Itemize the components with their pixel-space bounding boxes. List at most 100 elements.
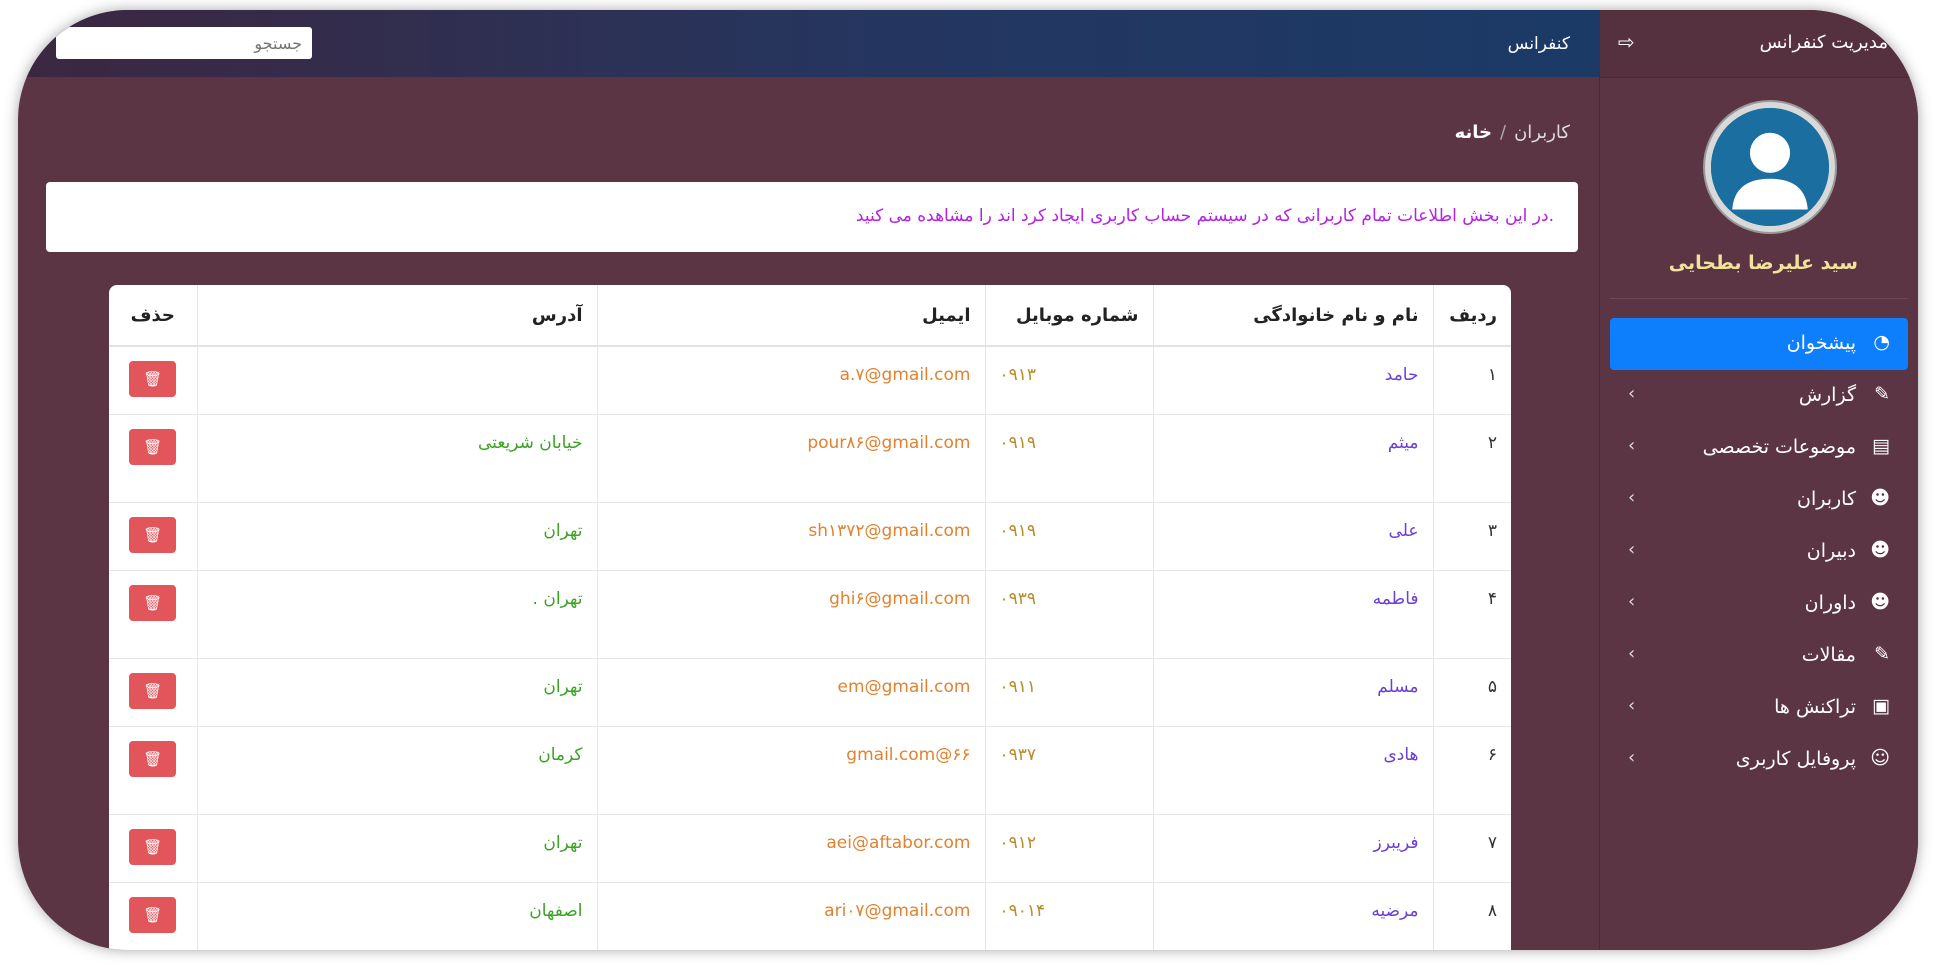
users-icon: ☻: [1870, 591, 1890, 613]
row-delete-cell: 🗑: [109, 725, 197, 814]
delete-button[interactable]: 🗑: [129, 896, 177, 933]
delete-button[interactable]: 🗑: [129, 740, 177, 777]
delete-button[interactable]: 🗑: [129, 584, 177, 621]
breadcrumb: کاربران / خانه: [1455, 122, 1570, 143]
delete-button[interactable]: 🗑: [129, 428, 177, 465]
sidebar-item-profile[interactable]: ☺ پروفایل کاربری ‹: [1610, 734, 1908, 786]
row-address: تهران .: [196, 569, 597, 658]
row-name: علی: [1152, 501, 1433, 570]
row-mobile: ۰۹۱۹: [984, 413, 1153, 502]
sidebar-item-label: داوران: [1804, 592, 1856, 614]
sidebar-item-label: کاربران: [1796, 488, 1856, 510]
sidebar-item-transactions[interactable]: ▣ تراکنش ها ‹: [1610, 682, 1908, 734]
trash-icon: 🗑: [143, 593, 163, 612]
table-row: ۱ حامد ۰۹۱۳ a.۷@gmail.com 🗑: [109, 345, 1511, 414]
sidebar-header: مدیریت کنفرانس ⇨: [1600, 10, 1918, 78]
row-address: تهران: [196, 501, 597, 570]
trash-icon: 🗑: [143, 525, 163, 544]
navbar-brand[interactable]: کنفرانس: [1508, 34, 1570, 54]
sidebar-item-users[interactable]: ☻ کاربران ‹: [1610, 474, 1908, 526]
table-row: ۸ مرضیه ۰۹۰۱۴ ari۰۷@gmail.com اصفهان 🗑: [109, 881, 1511, 950]
table-row: ۶ هادی ۰۹۳۷ ۶۶@gmail.com کرمان 🗑: [109, 725, 1511, 814]
search-input[interactable]: [56, 27, 312, 59]
row-index: ۱: [1432, 345, 1511, 414]
user-icon: ☺: [1870, 747, 1890, 769]
sidebar-item-label: گزارش: [1798, 384, 1856, 406]
row-name: مسلم: [1152, 657, 1433, 726]
chevron-left-icon: ‹: [1628, 487, 1636, 508]
row-delete-cell: 🗑: [109, 813, 197, 882]
row-index: ۶: [1432, 725, 1511, 814]
sidebar-item-label: مقالات: [1801, 644, 1856, 666]
row-email: sh۱۳۷۲@gmail.com: [596, 501, 985, 570]
row-mobile: ۰۹۱۱: [984, 657, 1153, 726]
row-delete-cell: 🗑: [109, 881, 197, 950]
table-row: ۳ علی ۰۹۱۹ sh۱۳۷۲@gmail.com تهران 🗑: [109, 501, 1511, 570]
row-email: aei@aftabor.com: [596, 813, 985, 882]
user-name: سید علیرضا بطحایی: [1668, 252, 1858, 274]
row-email: ari۰۷@gmail.com: [596, 881, 985, 950]
delete-button[interactable]: 🗑: [129, 828, 177, 865]
sidebar-menu: ◔ پیشخوان ✎ گزارش ‹ ▤ موضوعات تخصصی ‹ ☻ …: [1600, 318, 1918, 786]
users-table: ردیف نام و نام خانوادگی شماره موبایل ایم…: [109, 285, 1511, 950]
chevron-left-icon: ‹: [1628, 539, 1636, 560]
table-row: ۷ فریبرز ۰۹۱۲ aei@aftabor.com تهران 🗑: [109, 813, 1511, 882]
row-name: فاطمه: [1152, 569, 1433, 658]
delete-button[interactable]: 🗑: [129, 516, 177, 553]
sidebar-item-dashboard[interactable]: ◔ پیشخوان: [1610, 318, 1908, 370]
row-index: ۲: [1432, 413, 1511, 502]
row-address: تهران: [196, 813, 597, 882]
sidebar-item-label: پیشخوان: [1786, 332, 1856, 354]
trash-icon: 🗑: [143, 437, 163, 456]
sidebar: مدیریت کنفرانس ⇨ سید علیرضا بطحایی ◔ پیش…: [1599, 10, 1918, 950]
row-delete-cell: 🗑: [109, 413, 197, 502]
row-index: ۸: [1432, 881, 1511, 950]
chevron-left-icon: ‹: [1628, 435, 1636, 456]
users-icon: ☻: [1870, 487, 1890, 509]
top-navbar: کنفرانس: [18, 10, 1600, 77]
header-name: نام و نام خانوادگی: [1152, 285, 1433, 347]
sidebar-item-report[interactable]: ✎ گزارش ‹: [1610, 370, 1908, 422]
breadcrumb-separator: /: [1500, 122, 1507, 143]
sidebar-item-articles[interactable]: ✎ مقالات ‹: [1610, 630, 1908, 682]
row-name: هادی: [1152, 725, 1433, 814]
delete-button[interactable]: 🗑: [129, 361, 177, 397]
row-name: حامد: [1152, 345, 1433, 414]
breadcrumb-home[interactable]: خانه: [1455, 122, 1492, 143]
header-email: ایمیل: [596, 285, 985, 347]
sidebar-title[interactable]: مدیریت کنفرانس: [1760, 32, 1888, 53]
users-icon: ☻: [1870, 539, 1890, 561]
trash-icon: 🗑: [143, 749, 163, 768]
table-row: ۲ میثم ۰۹۱۹ pour۸۶@gmail.com خیابان شریع…: [109, 413, 1511, 502]
sidebar-item-secretaries[interactable]: ☻ دبیران ‹: [1610, 526, 1908, 578]
chevron-left-icon: ‹: [1628, 383, 1636, 404]
sidebar-divider: [1610, 298, 1908, 299]
avatar: [1705, 102, 1835, 232]
money-icon: ▣: [1872, 695, 1890, 717]
row-address: اصفهان: [196, 881, 597, 950]
delete-button[interactable]: 🗑: [129, 672, 177, 709]
users-table-card: ردیف نام و نام خانوادگی شماره موبایل ایم…: [109, 285, 1511, 950]
user-avatar-icon: [1711, 108, 1829, 226]
info-text: در این بخش اطلاعات تمام کاربرانی که در س…: [855, 206, 1554, 226]
row-email: a.۷@gmail.com: [596, 345, 985, 414]
table-row: ۴ فاطمه ۰۹۳۹ ghi۶@gmail.com تهران . 🗑: [109, 569, 1511, 658]
chevron-left-icon: ‹: [1628, 747, 1636, 768]
dashboard-icon: ◔: [1873, 331, 1890, 353]
logout-icon[interactable]: ⇨: [1618, 30, 1635, 54]
row-email: ۶۶@gmail.com: [596, 725, 985, 814]
row-mobile: ۰۹۳۹: [984, 569, 1153, 658]
row-mobile: ۰۹۳۷: [984, 725, 1153, 814]
row-index: ۴: [1432, 569, 1511, 658]
row-address: کرمان: [196, 725, 597, 814]
breadcrumb-current: کاربران: [1514, 122, 1570, 143]
row-name: مرضیه: [1152, 881, 1433, 950]
trash-icon: 🗑: [143, 370, 163, 388]
chevron-left-icon: ‹: [1628, 643, 1636, 664]
table-header-row: ردیف نام و نام خانوادگی شماره موبایل ایم…: [109, 285, 1511, 347]
sidebar-item-reviewers[interactable]: ☻ داوران ‹: [1610, 578, 1908, 630]
sidebar-item-label: دبیران: [1806, 540, 1856, 562]
row-email: ghi۶@gmail.com: [596, 569, 985, 658]
sidebar-item-topics[interactable]: ▤ موضوعات تخصصی ‹: [1610, 422, 1908, 474]
row-delete-cell: 🗑: [109, 569, 197, 658]
